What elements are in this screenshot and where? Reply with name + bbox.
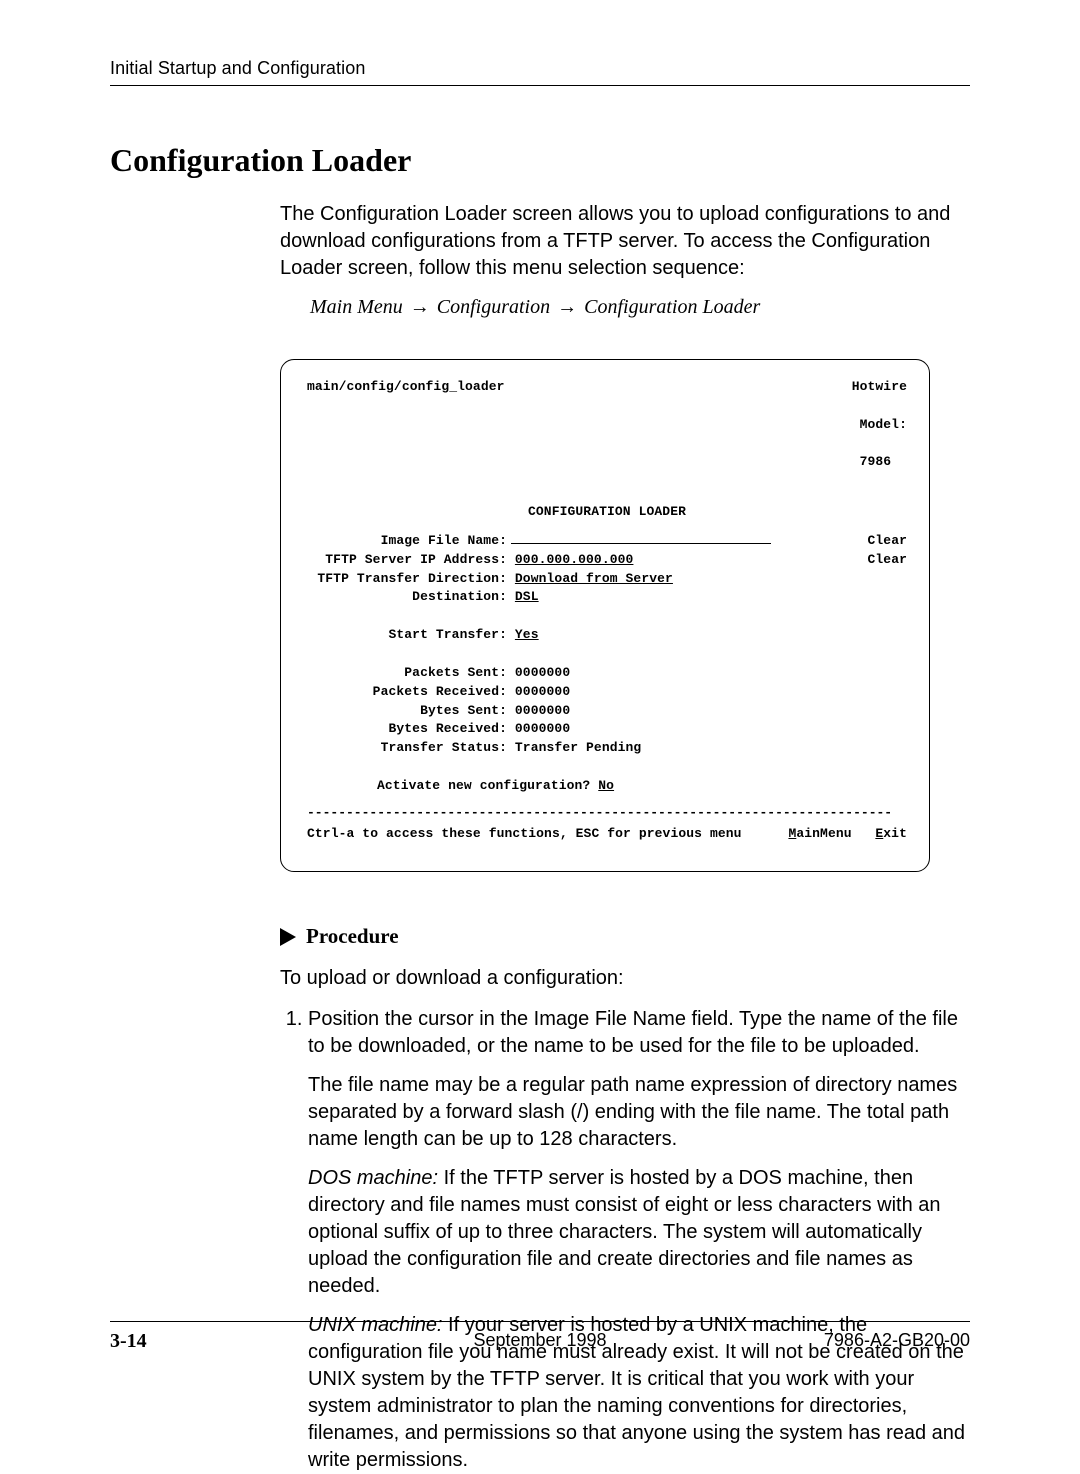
destination-label: Destination: xyxy=(307,588,507,607)
menu-path-b: Configuration xyxy=(437,296,550,318)
menu-path-c: Configuration Loader xyxy=(584,296,760,318)
procedure-step-1: Position the cursor in the Image File Na… xyxy=(308,1006,970,1474)
dos-lead: DOS machine: xyxy=(308,1167,438,1189)
footer-date: September 1998 xyxy=(110,1330,970,1351)
destination-value[interactable]: DSL xyxy=(515,588,539,607)
transfer-direction-value[interactable]: Download from Server xyxy=(515,570,673,589)
packets-sent-label: Packets Sent: xyxy=(307,664,507,683)
terminal-title: CONFIGURATION LOADER xyxy=(528,503,686,522)
terminal-path: main/config/config_loader xyxy=(307,378,505,397)
page: Initial Startup and Configuration Config… xyxy=(0,0,1080,1397)
terminal-exit[interactable]: Exit xyxy=(875,825,907,844)
terminal-brand: Hotwire xyxy=(852,378,907,397)
procedure-intro: To upload or download a configuration: xyxy=(280,967,970,990)
menu-path: Main Menu → Configuration → Configuratio… xyxy=(310,296,970,319)
section-intro: The Configuration Loader screen allows y… xyxy=(280,201,970,282)
image-file-name-clear[interactable]: Clear xyxy=(867,532,907,551)
terminal-model-label: Model: xyxy=(860,417,907,432)
image-file-name-label: Image File Name: xyxy=(307,532,507,551)
start-transfer-label: Start Transfer: xyxy=(307,626,507,645)
menu-path-a: Main Menu xyxy=(310,296,403,318)
procedure-list: Position the cursor in the Image File Na… xyxy=(280,1006,970,1474)
terminal-footer-hint: Ctrl-a to access these functions, ESC fo… xyxy=(307,825,742,844)
transfer-direction-label: TFTP Transfer Direction: xyxy=(307,570,507,589)
procedure-step-1-dos: DOS machine: If the TFTP server is hoste… xyxy=(308,1165,970,1300)
terminal-screen: main/config/config_loader Hotwire Model:… xyxy=(280,359,930,872)
terminal-main-menu[interactable]: MainMenu xyxy=(788,825,851,844)
tftp-ip-clear[interactable]: Clear xyxy=(867,551,907,570)
bytes-sent-label: Bytes Sent: xyxy=(307,702,507,721)
running-header: Initial Startup and Configuration xyxy=(110,58,970,86)
transfer-status-label: Transfer Status: xyxy=(307,739,507,758)
terminal-separator: ----------------------------------------… xyxy=(307,804,907,823)
tftp-ip-label: TFTP Server IP Address: xyxy=(307,551,507,570)
procedure-label: Procedure xyxy=(306,924,399,949)
packets-sent-value: 0000000 xyxy=(515,664,570,683)
page-footer: 3-14 September 1998 7986-A2-GB20-00 xyxy=(110,1321,970,1353)
activate-label: Activate new configuration? xyxy=(377,777,590,796)
tftp-ip-value[interactable]: 000.000.000.000 xyxy=(515,551,634,570)
bytes-received-value: 0000000 xyxy=(515,720,570,739)
arrow-icon: → xyxy=(557,296,577,318)
procedure-block: Procedure To upload or download a config… xyxy=(280,924,970,1474)
image-file-name-input[interactable] xyxy=(511,532,771,544)
bytes-received-label: Bytes Received: xyxy=(307,720,507,739)
triangle-icon xyxy=(280,928,296,946)
arrow-icon: → xyxy=(410,296,430,318)
terminal-model-value: 7986 xyxy=(860,454,892,469)
procedure-step-1-p1: Position the cursor in the Image File Na… xyxy=(308,1006,970,1060)
bytes-sent-value: 0000000 xyxy=(515,702,570,721)
start-transfer-value[interactable]: Yes xyxy=(515,626,539,645)
procedure-step-1-p2: The file name may be a regular path name… xyxy=(308,1072,970,1153)
packets-received-label: Packets Received: xyxy=(307,683,507,702)
section-title: Configuration Loader xyxy=(110,142,970,179)
packets-received-value: 0000000 xyxy=(515,683,570,702)
activate-value[interactable]: No xyxy=(598,777,614,796)
transfer-status-value: Transfer Pending xyxy=(515,739,641,758)
